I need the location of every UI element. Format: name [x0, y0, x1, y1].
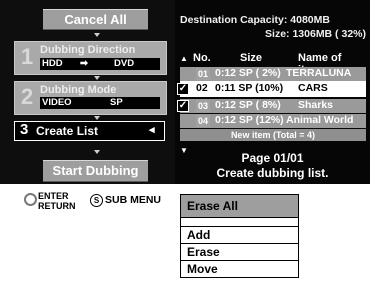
col-no: No.	[193, 52, 211, 64]
menu-item-move[interactable]: Move	[181, 261, 298, 277]
checkbox-icon[interactable]: ✓	[177, 83, 189, 95]
col-size: Size	[240, 52, 263, 64]
item-name: CARS	[298, 82, 328, 94]
new-item-row[interactable]: New item (Total = 4)	[180, 129, 366, 141]
arrow-right-icon: ➡	[80, 58, 88, 69]
step-number-2: 2	[21, 84, 34, 109]
item-name: Animal World	[286, 114, 354, 126]
down-arrow-icon	[94, 150, 100, 154]
sub-menu-label: SUB MENU	[105, 194, 162, 206]
item-size: 0:12 SP ( 2%)	[215, 67, 281, 79]
mode-type: VIDEO	[42, 97, 72, 108]
menu-item-add[interactable]: Add	[181, 227, 298, 244]
item-number: 04	[196, 115, 210, 127]
item-size: 0:12 SP (12%)	[215, 114, 284, 126]
step-number-3: 3	[20, 121, 29, 138]
item-size: 0:11 SP (10%)	[215, 82, 284, 94]
instruction-text: Create dubbing list.	[216, 166, 329, 180]
list-item[interactable]: 01 0:12 SP ( 2%) TERRALUNA	[180, 67, 366, 81]
list-item[interactable]: ✓ 02 0:11 SP (10%) CARS	[177, 81, 366, 97]
start-dubbing-button[interactable]: Start Dubbing	[43, 160, 148, 182]
down-arrow-icon	[94, 76, 100, 80]
direction-from: HDD	[42, 58, 63, 69]
return-label: RETURN	[38, 201, 76, 211]
item-name: TERRALUNA	[286, 67, 352, 79]
menu-spacer	[181, 218, 298, 227]
list-size: Size: 1306MB ( 32%)	[265, 28, 366, 40]
cancel-all-button[interactable]: Cancel All	[43, 9, 148, 30]
item-name: Sharks	[298, 99, 334, 111]
step-title-direction: Dubbing Direction	[40, 44, 136, 56]
menu-item-erase[interactable]: Erase	[181, 244, 298, 261]
direction-value: HDD ➡ DVD	[40, 58, 160, 70]
list-item[interactable]: 04 0:12 SP (12%) Animal World	[180, 114, 366, 128]
list-item[interactable]: ✓ 03 0:12 SP ( 8%) Sharks	[177, 99, 366, 113]
scroll-up-icon: ▲	[180, 54, 188, 63]
item-number: 02	[196, 82, 208, 94]
list-header: ▲ No. Size Name of item	[180, 52, 366, 76]
item-size: 0:12 SP ( 8%)	[215, 99, 281, 111]
enter-return-icon	[24, 193, 37, 206]
down-arrow-icon	[94, 116, 100, 120]
item-number: 03	[196, 100, 210, 112]
sub-menu-popup: Erase All Add Erase Move	[180, 194, 299, 278]
step-number-1: 1	[21, 44, 34, 69]
step-title-create-list: Create List	[36, 124, 99, 138]
checkbox-icon[interactable]: ✓	[177, 100, 189, 112]
step-title-mode: Dubbing Mode	[40, 84, 117, 96]
s-label: S	[93, 196, 100, 205]
s-button-icon: S	[90, 194, 103, 207]
enter-label: ENTER	[38, 191, 69, 201]
mode-value: VIDEO SP	[40, 97, 160, 109]
direction-to: DVD	[114, 58, 135, 69]
mode-quality: SP	[110, 97, 123, 108]
destination-capacity: Destination Capacity: 4080MB	[180, 14, 330, 26]
left-arrow-icon: ◂	[149, 124, 155, 136]
menu-item-erase-all[interactable]: Erase All	[181, 195, 298, 218]
item-number: 01	[196, 68, 210, 80]
down-arrow-icon	[94, 33, 100, 37]
page-indicator: Page 01/01	[241, 151, 304, 165]
